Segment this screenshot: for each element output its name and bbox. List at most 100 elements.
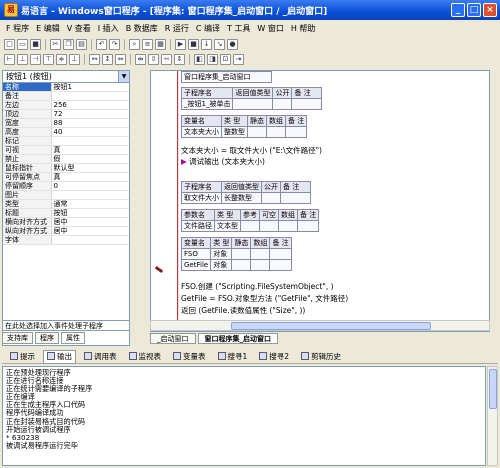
menu-run[interactable]: R 运行 — [165, 23, 189, 34]
property-value[interactable] — [51, 235, 129, 245]
maximize-button[interactable]: □ — [467, 3, 481, 17]
param-type[interactable]: 文本型 — [214, 220, 241, 232]
space-h-icon[interactable]: ⇹ — [135, 54, 146, 65]
property-row[interactable]: 字体 — [3, 235, 129, 245]
scrollbar-thumb[interactable] — [489, 369, 497, 409]
menu-window[interactable]: W 窗口 — [257, 23, 283, 34]
property-row[interactable]: 名称 按钮1 — [3, 83, 129, 92]
var-array[interactable] — [250, 248, 271, 260]
align-center-icon[interactable]: ⊥ — [17, 54, 28, 65]
tab-properties[interactable]: 属性 — [61, 332, 85, 344]
send-back-icon[interactable]: ◨ — [207, 54, 218, 65]
align-top-icon[interactable]: ⊤ — [43, 54, 54, 65]
sub-remark[interactable] — [280, 192, 311, 204]
property-value[interactable]: 40 — [51, 127, 129, 137]
property-value[interactable]: 按钮1 — [51, 83, 129, 92]
redo-icon[interactable]: ↷ — [109, 39, 120, 50]
component-selector[interactable]: 按钮1 (按钮) ▼ — [3, 71, 129, 83]
property-value[interactable]: 假 — [51, 154, 129, 164]
menu-compile[interactable]: C 编译 — [196, 23, 220, 34]
step-over-icon[interactable]: ↘ — [214, 39, 225, 50]
menu-help[interactable]: H 帮助 — [291, 23, 316, 34]
property-row[interactable]: 横向对齐方式 居中 — [3, 217, 129, 227]
var-static[interactable] — [231, 248, 252, 260]
output-pane[interactable]: 正在预处理现行程序 正在进行名称连接 正在统计需要编译的子程序 正在编译 正在生… — [2, 366, 486, 466]
menu-view[interactable]: V 查看 — [67, 23, 91, 34]
property-value[interactable] — [51, 136, 129, 146]
param-name[interactable]: 文件路径 — [181, 220, 215, 232]
property-row[interactable]: 可停留焦点真 — [3, 172, 129, 182]
property-row[interactable]: 标记 — [3, 136, 129, 146]
align-right-icon[interactable]: ⊣ — [30, 54, 41, 65]
property-value[interactable]: 居中 — [51, 226, 129, 236]
property-row[interactable]: 宽度 88 — [3, 118, 129, 128]
code-line[interactable]: FSO.创建 ("Scripting.FileSystemObject", ) — [181, 281, 334, 292]
var-remark[interactable] — [269, 259, 292, 271]
var-remark[interactable] — [269, 248, 292, 260]
code-line[interactable]: 文本夹大小 = 取文件大小 ("E:\文件路径") — [181, 145, 322, 156]
property-value[interactable]: 默认型 — [51, 163, 129, 173]
tab-clip-history[interactable]: 剪辑历史 — [297, 350, 345, 364]
align-bottom-icon[interactable]: ⊥ — [69, 54, 80, 65]
center-v-icon[interactable]: ⇕ — [174, 54, 185, 65]
property-row[interactable]: 高度 40 — [3, 127, 129, 137]
save-icon[interactable]: ■ — [30, 39, 41, 50]
var-array[interactable] — [266, 126, 286, 138]
tab-search2[interactable]: 搜寻2 — [255, 350, 293, 364]
param-nullable[interactable] — [259, 220, 279, 232]
tab-program[interactable]: 程序 — [35, 332, 59, 344]
code-editor[interactable]: 窗口程序集_启动窗口 子程序名 返回值类型 公开 备 注 _按钮1_被单击 变量… — [150, 70, 490, 332]
run-icon[interactable]: ▶ — [175, 39, 186, 50]
same-width-icon[interactable]: ↔ — [89, 54, 100, 65]
grid-icon[interactable]: ▦ — [155, 39, 166, 50]
var-type[interactable]: 对象 — [210, 248, 233, 260]
tab-call-stack[interactable]: 调用表 — [80, 350, 121, 364]
property-value[interactable]: 真 — [51, 172, 129, 182]
sub-public[interactable] — [261, 192, 281, 204]
tab-output[interactable]: 输出 — [43, 349, 76, 364]
tab-variables[interactable]: 变量表 — [169, 350, 210, 364]
same-size-icon[interactable]: ⇔ — [115, 54, 126, 65]
menu-insert[interactable]: I 插入 — [98, 23, 119, 34]
list-icon[interactable]: ≡ — [142, 39, 153, 50]
property-row[interactable]: 备注 — [3, 91, 129, 101]
align-middle-icon[interactable]: ≑ — [56, 54, 67, 65]
code-line[interactable]: ▶ 调试输出 (文本夹大小) — [181, 156, 265, 167]
var-remark[interactable] — [284, 126, 308, 138]
var-static[interactable] — [247, 126, 267, 138]
center-h-icon[interactable]: ⇿ — [161, 54, 172, 65]
var-type[interactable]: 整数型 — [221, 126, 248, 138]
horizontal-scrollbar[interactable] — [150, 320, 490, 331]
align-left-icon[interactable]: ⊢ — [4, 54, 15, 65]
property-row[interactable]: 禁止假 — [3, 154, 129, 164]
property-row[interactable]: 可视真 — [3, 145, 129, 155]
property-row[interactable]: 图片 — [3, 190, 129, 200]
property-row[interactable]: 顶边 72 — [3, 109, 129, 119]
minimize-button[interactable]: _ — [451, 3, 465, 17]
menu-edit[interactable]: E 编辑 — [36, 23, 60, 34]
tab-watch[interactable]: 监视表 — [125, 350, 166, 364]
step-icon[interactable]: ↓ — [201, 39, 212, 50]
code-line[interactable]: 返回 (GetFile.读数值属性 ("Size", )) — [181, 305, 305, 316]
same-height-icon[interactable]: ↕ — [102, 54, 113, 65]
tab-hint[interactable]: 提示 — [6, 350, 39, 364]
property-value[interactable]: 按钮 — [51, 208, 129, 218]
property-row[interactable]: 纵向对齐方式 居中 — [3, 226, 129, 236]
property-value[interactable]: 72 — [51, 109, 129, 119]
tab-window-assembly[interactable]: 窗口程序集_启动窗口 — [197, 333, 278, 344]
var-name[interactable]: FSO — [180, 248, 212, 260]
property-row[interactable]: 类型 通常 — [3, 199, 129, 209]
copy-icon[interactable]: ❐ — [63, 39, 74, 50]
property-value[interactable]: 0 — [51, 181, 129, 191]
property-value[interactable]: 居中 — [51, 217, 129, 227]
sub-name[interactable]: _按钮1_被单击 — [180, 98, 234, 110]
var-type[interactable]: 对象 — [210, 259, 233, 271]
param-reference[interactable] — [240, 220, 260, 232]
vertical-scrollbar[interactable] — [487, 366, 498, 466]
var-static[interactable] — [231, 259, 252, 271]
stop-icon[interactable]: ■ — [188, 39, 199, 50]
tab-start-window[interactable]: _启动窗口 — [150, 333, 196, 344]
menu-tools[interactable]: T 工具 — [227, 23, 250, 34]
find-icon[interactable]: ⌕ — [129, 39, 140, 50]
scrollbar-thumb[interactable] — [231, 322, 431, 330]
